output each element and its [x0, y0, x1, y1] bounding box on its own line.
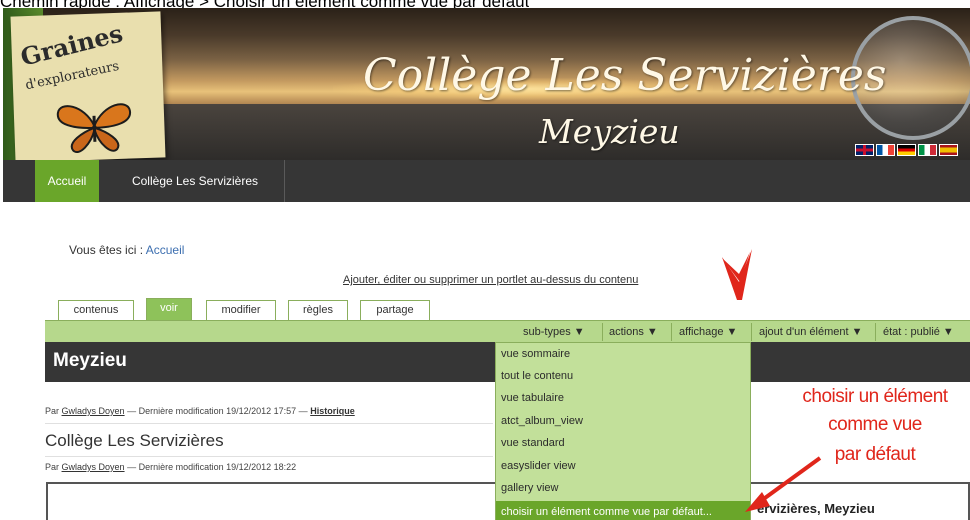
tab-partage[interactable]: partage [360, 300, 430, 320]
dropdown-item-vue-tabulaire[interactable]: vue tabulaire [496, 387, 750, 409]
affichage-dropdown: vue sommaire tout le contenu vue tabulai… [495, 342, 751, 520]
nav-item-accueil[interactable]: Accueil [35, 160, 99, 202]
etat-menu[interactable]: état : publié ▼ [879, 323, 958, 341]
site-banner: Graines d'explorateurs Collège Les Servi… [3, 8, 970, 160]
butterfly-icon [56, 103, 131, 153]
breadcrumb-prefix: Vous êtes ici : [69, 243, 144, 257]
flag-italy-icon[interactable] [918, 144, 937, 156]
nav-separator [284, 160, 285, 202]
tab-modifier[interactable]: modifier [206, 300, 276, 320]
tab-voir[interactable]: voir [146, 298, 192, 320]
divider [45, 456, 493, 457]
page-title: Meyzieu [53, 350, 127, 371]
logo-note[interactable]: Graines d'explorateurs [10, 11, 166, 160]
dropdown-item-album-view[interactable]: atct_album_view [496, 410, 750, 432]
history-link[interactable]: Historique [310, 406, 355, 416]
site-subtitle: Meyzieu [539, 112, 680, 151]
subtypes-menu[interactable]: sub-types ▼ [519, 323, 589, 341]
site-title: Collège Les Servizières [363, 50, 887, 101]
byline-modified: — Dernière modification 19/12/2012 18:22 [127, 462, 297, 472]
affichage-menu[interactable]: affichage ▼ [675, 323, 741, 341]
byline-par: Par [45, 462, 60, 472]
actions-menu[interactable]: actions ▼ [605, 323, 662, 341]
flag-france-icon[interactable] [876, 144, 895, 156]
byline-par: Par [45, 406, 60, 416]
flag-germany-icon[interactable] [897, 144, 916, 156]
dropdown-item-vue-sommaire[interactable]: vue sommaire [496, 343, 750, 365]
tab-contenus[interactable]: contenus [58, 300, 134, 320]
item-byline: Par Gwladys Doyen — Dernière modificatio… [45, 462, 296, 472]
flag-spain-icon[interactable] [939, 144, 958, 156]
action-separator [875, 323, 876, 341]
dropdown-item-choose-default-view[interactable]: choisir un élément comme vue par défaut.… [496, 501, 750, 520]
screenshot: Chemin rapide : Affichage > Choisir un é… [0, 0, 970, 520]
portlet-manage-link[interactable]: Ajouter, éditer ou supprimer un portlet … [343, 274, 638, 286]
content-area: Vous êtes ici : Accueil Ajouter, éditer … [3, 202, 970, 520]
action-separator [751, 323, 752, 341]
breadcrumb-link-accueil[interactable]: Accueil [146, 243, 185, 257]
action-separator [671, 323, 672, 341]
caption-text: Chemin rapide : Affichage > Choisir un é… [0, 0, 529, 8]
byline-modified: — Dernière modification 19/12/2012 17:57… [127, 406, 308, 416]
byline-author-link[interactable]: Gwladys Doyen [62, 406, 125, 416]
content-actions-bar: sub-types ▼ actions ▼ affichage ▼ ajout … [45, 320, 970, 342]
dropdown-item-tout-le-contenu[interactable]: tout le contenu [496, 365, 750, 387]
dropdown-item-vue-standard[interactable]: vue standard [496, 432, 750, 454]
divider [45, 423, 493, 424]
annotation-line3: par défaut [834, 444, 916, 465]
tab-regles[interactable]: règles [288, 300, 348, 320]
dropdown-item-gallery-view[interactable]: gallery view [496, 477, 750, 499]
byline-author-link[interactable]: Gwladys Doyen [62, 462, 125, 472]
dropdown-item-easyslider-view[interactable]: easyslider view [496, 455, 750, 477]
ajout-element-menu[interactable]: ajout d'un élément ▼ [755, 323, 867, 341]
flag-uk-icon[interactable] [855, 144, 874, 156]
breadcrumb: Vous êtes ici : Accueil [69, 243, 184, 257]
action-separator [602, 323, 603, 341]
main-navigation: Accueil Collège Les Servizières [3, 160, 970, 202]
annotation-line2: comme vue [828, 414, 922, 435]
content-box-title: ervizières, Meyzieu [757, 501, 875, 516]
document-byline: Par Gwladys Doyen — Dernière modificatio… [45, 406, 355, 416]
language-flags [855, 144, 958, 156]
item-title[interactable]: Collège Les Servizières [45, 431, 224, 451]
annotation-line1: choisir un élément [802, 386, 948, 407]
nav-item-college[interactable]: Collège Les Servizières [115, 160, 275, 202]
